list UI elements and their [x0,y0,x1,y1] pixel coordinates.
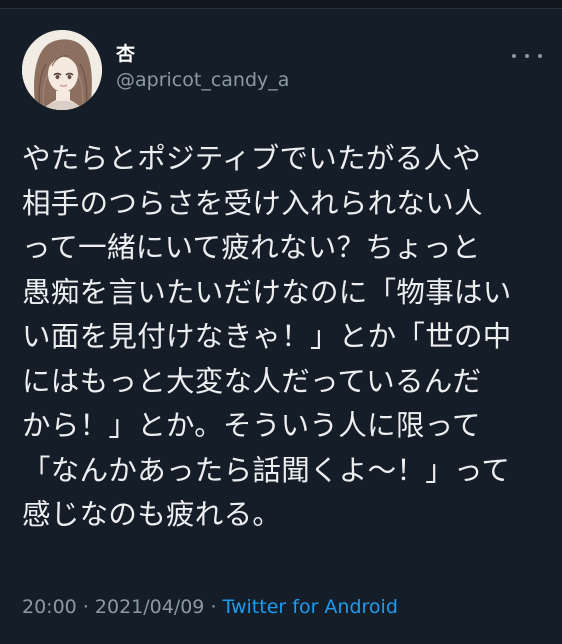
meta-separator: · [76,596,95,618]
tweet-time[interactable]: 20:00 [22,596,77,618]
tweet-date[interactable]: 2021/04/09 [95,596,205,618]
tweet-source-link[interactable]: Twitter for Android [223,596,398,618]
tweet-text-line: 愚痴を言いたいだけなのに「物事はい [22,275,512,309]
tweet: 杏 @apricot_candy_a やたらとポジティブでいたがる人や 相手のつ… [0,9,562,644]
more-dot [512,54,516,58]
avatar-illustration [22,30,102,110]
user-handle[interactable]: @apricot_candy_a [116,69,289,91]
avatar[interactable] [22,30,102,110]
tweet-text-line: 感じなのも疲れる。 [22,498,282,531]
meta-separator: · [204,596,223,618]
tweet-text-line: い面を見付けなきゃ！」とか「世の中 [22,320,512,353]
tweet-text-line: から！」とか。そういう人に限って [22,409,481,442]
more-options-icon[interactable] [512,49,542,63]
tweet-meta: 20:00 · 2021/04/09 · Twitter for Android [22,596,398,618]
more-dot [538,54,542,58]
more-dot [525,54,529,58]
tweet-text-line: って一緒にいて疲れない？ちょっと [22,231,481,264]
top-divider [0,0,562,9]
tweet-text-line: やたらとポジティブでいたがる人や [22,142,482,175]
tweet-text-line: にはもっと大変な人だっているんだ [22,364,482,398]
tweet-text-line: 「なんかあったら話聞くよ〜！」って [22,453,511,487]
display-name[interactable]: 杏 [116,43,289,65]
author-info[interactable]: 杏 @apricot_candy_a [116,43,289,91]
tweet-text: やたらとポジティブでいたがる人や 相手のつらさを受け入れられない人 って一緒にい… [22,137,552,538]
tweet-text-line: 相手のつらさを受け入れられない人 [22,186,483,220]
